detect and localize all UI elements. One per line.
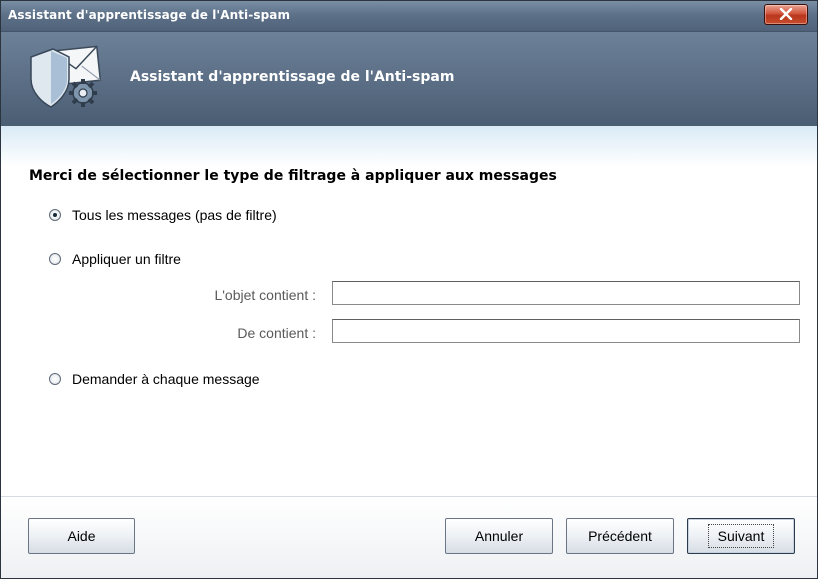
header-title: Assistant d'apprentissage de l'Anti-spam xyxy=(130,69,455,85)
next-button[interactable]: Suivant xyxy=(687,518,795,554)
cancel-button-label: Annuler xyxy=(474,528,524,544)
close-button[interactable] xyxy=(764,4,808,25)
radio-all-messages[interactable] xyxy=(49,209,61,221)
option-ask-each-label[interactable]: Demander à chaque message xyxy=(72,371,260,387)
wizard-header: Assistant d'apprentissage de l'Anti-spam xyxy=(1,32,817,126)
subject-filter-label: L'objet contient : xyxy=(214,287,316,303)
option-all-messages-label[interactable]: Tous les messages (pas de filtre) xyxy=(72,207,277,223)
previous-button-label: Précédent xyxy=(588,528,652,544)
title-bar[interactable]: Assistant d'apprentissage de l'Anti-spam xyxy=(1,1,817,32)
radio-ask-each[interactable] xyxy=(49,373,61,385)
subject-filter-input[interactable] xyxy=(332,281,800,305)
previous-button[interactable]: Précédent xyxy=(566,518,674,554)
cancel-button[interactable]: Annuler xyxy=(445,518,553,554)
from-filter-input[interactable] xyxy=(332,319,800,343)
radio-apply-filter[interactable] xyxy=(49,253,61,265)
help-button-label: Aide xyxy=(67,528,96,544)
shield-mail-gear-icon xyxy=(30,45,102,108)
wizard-footer: Aide Annuler Précédent Suivant xyxy=(1,496,817,578)
close-icon xyxy=(779,8,793,20)
window-title: Assistant d'apprentissage de l'Anti-spam xyxy=(8,8,291,22)
option-apply-filter-label[interactable]: Appliquer un filtre xyxy=(72,251,181,267)
wizard-content: Merci de sélectionner le type de filtrag… xyxy=(1,126,817,496)
next-button-label: Suivant xyxy=(707,524,775,548)
help-button[interactable]: Aide xyxy=(28,518,135,554)
wizard-window: Assistant d'apprentissage de l'Anti-spam xyxy=(0,0,818,579)
question-heading: Merci de sélectionner le type de filtrag… xyxy=(29,168,557,184)
from-filter-label: De contient : xyxy=(237,325,316,341)
